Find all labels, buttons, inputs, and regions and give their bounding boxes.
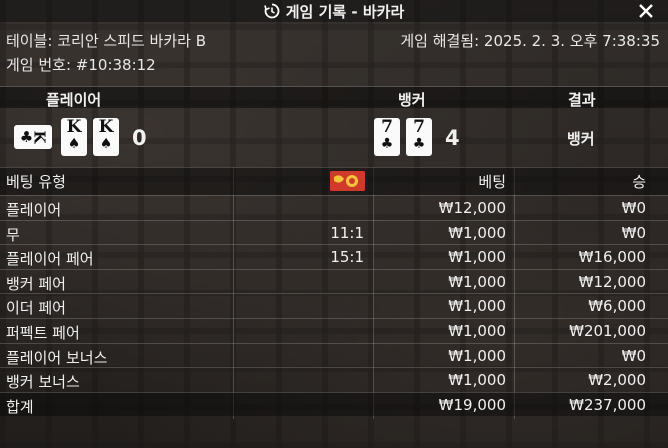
bet-type: 무 (6, 225, 20, 244)
bet-row: 뱅커 보너스 ₩1,000 ₩2,000 (0, 367, 668, 392)
banker-card-2: 7 ♣ (406, 118, 432, 156)
player-card-3: K ♠ (93, 118, 119, 156)
bet-amount: ₩1,000 (448, 248, 506, 267)
history-icon (263, 3, 280, 19)
bet-amount: ₩1,000 (448, 321, 506, 340)
bet-type: 플레이어 페어 (6, 250, 94, 269)
win-amount: ₩201,000 (569, 321, 646, 340)
win-amount: ₩16,000 (578, 248, 646, 267)
bets-table: 베팅 유형 베팅 승 플레이어 ₩12,000 ₩0 무 11:1 ₩1,000 ₩0 플레이… (0, 167, 668, 417)
bet-type: 플레이어 (6, 201, 62, 219)
bet-amount: ₩1,000 (448, 272, 506, 291)
bet-amount: ₩1,000 (448, 346, 506, 365)
chip-icon (330, 171, 365, 191)
bet-amount: ₩12,000 (438, 199, 506, 217)
table-info: 테이블: 코리안 스피드 바카라 B (6, 32, 207, 50)
bet-type: 뱅커 페어 (6, 274, 66, 293)
bet-amount: ₩1,000 (448, 297, 506, 316)
result-header: 결과 (568, 91, 596, 109)
total-bet: ₩19,000 (438, 395, 506, 414)
bet-type: 이더 페어 (6, 299, 66, 318)
bet-odds: 15:1 (330, 248, 364, 267)
banker-score: 4 (445, 126, 460, 150)
total-win: ₩237,000 (569, 395, 646, 414)
bet-row: 무 11:1 ₩1,000 ₩0 (0, 219, 668, 245)
win-header: 승 (632, 173, 646, 191)
outcome-header: 플레이어 뱅커 결과 (0, 86, 668, 109)
bet-amount: ₩1,000 (448, 371, 506, 390)
player-card-1: ♣K (14, 125, 52, 149)
bet-amount: ₩1,000 (448, 223, 506, 242)
window-title: 게임 기록 - 바카라 (285, 2, 405, 21)
win-amount: ₩0 (621, 199, 646, 217)
bet-odds: 11:1 (330, 223, 364, 242)
bet-row: 이더 페어 ₩1,000 ₩6,000 (0, 293, 668, 318)
bet-row: 플레이어 보너스 ₩1,000 ₩0 (0, 342, 668, 368)
player-score: 0 (132, 126, 147, 150)
player-header: 플레이어 (46, 91, 102, 109)
bet-row: 플레이어 ₩12,000 ₩0 (0, 195, 668, 220)
bet-row: 퍼펙트 페어 ₩1,000 ₩201,000 (0, 317, 668, 343)
player-card-2: K ♠ (61, 118, 87, 156)
bet-row: 플레이어 페어 15:1 ₩1,000 ₩16,000 (0, 244, 668, 269)
total-row: 합계 ₩19,000 ₩237,000 (0, 391, 668, 417)
bet-type: 플레이어 보너스 (6, 348, 108, 367)
table-header: 베팅 유형 베팅 승 (0, 167, 668, 195)
banker-card-1: 7 ♣ (374, 118, 400, 156)
total-label: 합계 (6, 397, 34, 416)
bet-type: 퍼펙트 페어 (6, 323, 80, 342)
bet-type: 뱅커 보너스 (6, 373, 80, 392)
bet-type-header: 베팅 유형 (6, 173, 66, 191)
win-amount: ₩6,000 (588, 297, 646, 316)
close-icon[interactable] (636, 1, 656, 21)
win-amount: ₩12,000 (578, 272, 646, 291)
result-value: 뱅커 (567, 130, 595, 148)
cards-row: ♣K K ♠ K ♠ 0 7 ♣ 7 ♣ 4 뱅커 (0, 108, 668, 166)
win-amount: ₩0 (621, 346, 646, 365)
win-amount: ₩2,000 (588, 371, 646, 390)
bet-row: 뱅커 페어 ₩1,000 ₩12,000 (0, 268, 668, 294)
title-bar: 게임 기록 - 바카라 (0, 0, 668, 22)
game-number: 게임 번호: #10:38:12 (6, 56, 156, 74)
bet-header: 베팅 (478, 173, 506, 191)
resolved-time: 게임 해결됨: 2025. 2. 3. 오후 7:38:35 (400, 32, 660, 50)
win-amount: ₩0 (621, 223, 646, 242)
banker-header: 뱅커 (398, 91, 426, 109)
